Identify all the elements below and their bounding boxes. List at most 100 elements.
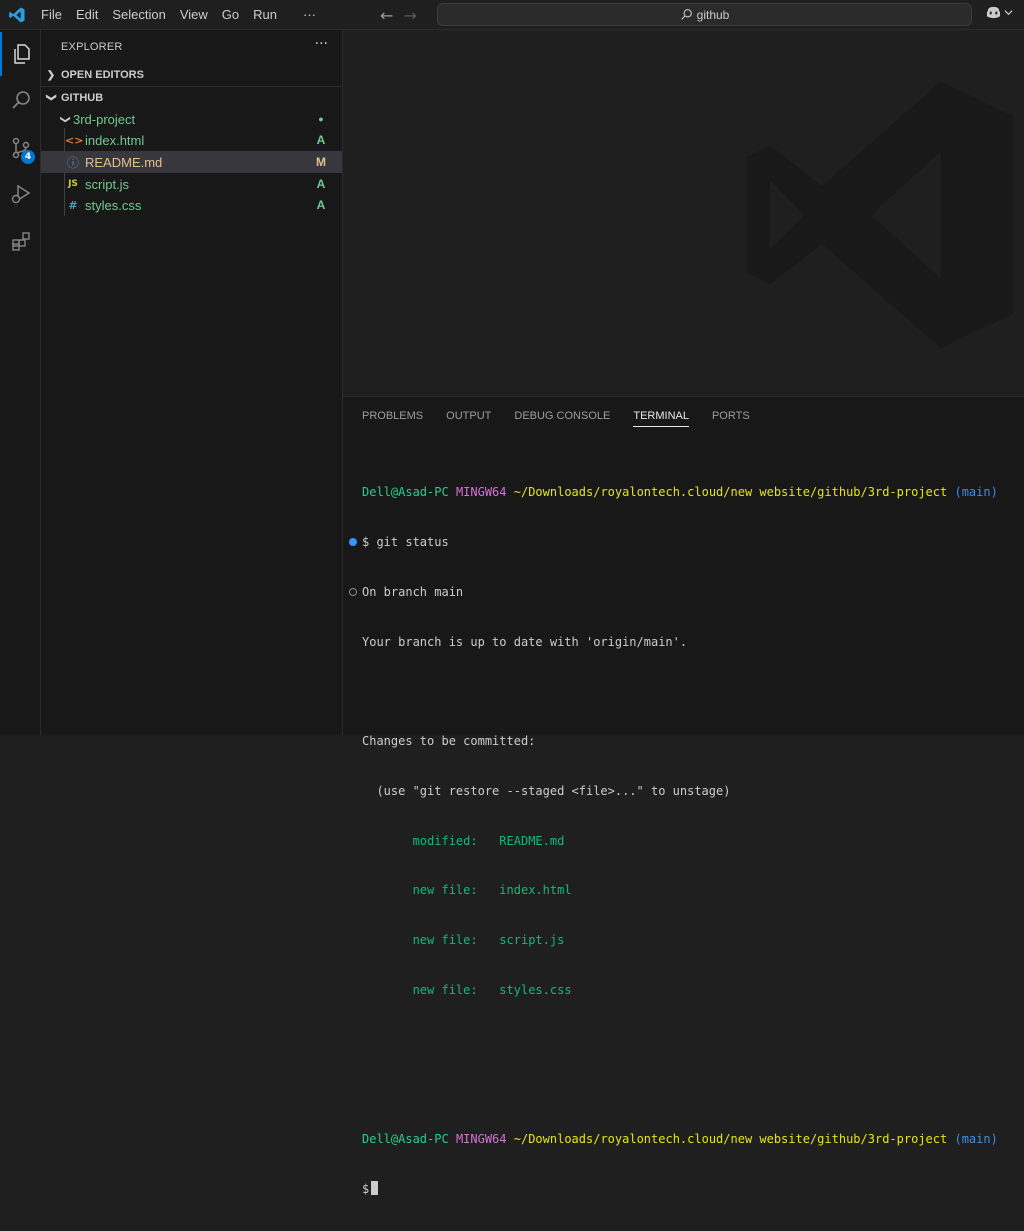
- tab-ports[interactable]: PORTS: [712, 397, 761, 435]
- run-debug-activity[interactable]: [0, 172, 41, 216]
- search-activity[interactable]: [0, 78, 41, 122]
- file-row-script-js[interactable]: JS script.js A: [41, 173, 342, 195]
- prompt-symbol: $: [362, 1182, 370, 1197]
- explorer-sidebar: EXPLORER ··· ❯ OPEN EDITORS ❯ GITHUB ❯ 3…: [41, 30, 343, 735]
- vscode-logo-icon: [0, 0, 34, 30]
- command-line: $ git status: [349, 534, 998, 551]
- search-icon: [11, 91, 30, 109]
- workspace-section[interactable]: ❯ GITHUB: [41, 86, 343, 108]
- file-row-styles-css[interactable]: # styles.css A: [41, 194, 342, 216]
- file-row-index-html[interactable]: <> index.html A: [41, 129, 342, 151]
- chevron-down-icon: [1004, 10, 1013, 16]
- prompt-branch: (main): [954, 485, 998, 500]
- output-line: (use "git restore --staged <file>..." to…: [362, 783, 998, 800]
- open-editors-section[interactable]: ❯ OPEN EDITORS: [41, 64, 343, 86]
- tab-terminal[interactable]: TERMINAL: [633, 397, 700, 435]
- tab-debug-console[interactable]: DEBUG CONSOLE: [514, 397, 621, 435]
- terminal-output[interactable]: Dell@Asad-PC MINGW64 ~/Downloads/royalon…: [349, 451, 998, 1231]
- open-editors-label: OPEN EDITORS: [61, 69, 144, 81]
- command-center-search[interactable]: github: [437, 3, 972, 26]
- terminal-cursor: [371, 1181, 379, 1196]
- chevron-down-icon: ❯: [59, 114, 71, 124]
- chevron-down-icon: ❯: [45, 93, 57, 102]
- change-line: new file: styles.css: [362, 982, 998, 999]
- change-kind: modified:: [412, 833, 478, 848]
- extensions-icon: [11, 232, 30, 251]
- change-file: README.md: [499, 833, 565, 848]
- menu-edit[interactable]: Edit: [69, 0, 105, 30]
- output-text: Your branch is up to date with 'origin/m…: [362, 634, 688, 649]
- menu-selection[interactable]: Selection: [105, 0, 172, 30]
- menu-view[interactable]: View: [173, 0, 215, 30]
- prompt-branch: (main): [954, 1132, 998, 1147]
- change-kind: new file:: [412, 883, 478, 898]
- copilot-button[interactable]: [985, 5, 1013, 20]
- file-name: script.js: [85, 176, 130, 192]
- prompt-shell: MINGW64: [455, 1132, 507, 1147]
- change-kind: new file:: [412, 983, 478, 997]
- prompt-line: Dell@Asad-PC MINGW64 ~/Downloads/royalon…: [362, 1131, 998, 1148]
- prompt-path: ~/Downloads/royalontech.cloud/new websit…: [513, 1132, 948, 1147]
- tab-problems[interactable]: PROBLEMS: [362, 397, 434, 435]
- arrow-right-icon[interactable]: →: [403, 6, 416, 25]
- css-file-icon: #: [68, 198, 78, 212]
- folder-status-dot: ●: [318, 114, 324, 124]
- output-line: Changes to be committed:: [362, 733, 998, 750]
- git-status: A: [316, 198, 326, 212]
- title-bar: File Edit Selection View Go Run ··· ← → …: [0, 0, 1024, 30]
- bottom-panel: PROBLEMS OUTPUT DEBUG CONSOLE TERMINAL P…: [343, 396, 1024, 1196]
- output-line: On branch main: [349, 584, 998, 601]
- editor-area[interactable]: [343, 30, 1024, 396]
- activity-bar: 4: [0, 30, 41, 735]
- workspace-label: GITHUB: [61, 91, 104, 104]
- change-file: script.js: [499, 933, 565, 948]
- command-success-icon[interactable]: [349, 537, 357, 546]
- extensions-activity[interactable]: [0, 220, 41, 264]
- html-file-icon: <>: [65, 133, 84, 147]
- tab-output[interactable]: OUTPUT: [446, 397, 502, 435]
- file-name: README.md: [85, 154, 163, 170]
- menu-run[interactable]: Run: [246, 0, 284, 30]
- output-line: Your branch is up to date with 'origin/m…: [362, 634, 998, 651]
- menu-go[interactable]: Go: [215, 0, 246, 30]
- file-row-readme-md[interactable]: ⓘ README.md M: [41, 151, 342, 173]
- git-status: A: [316, 133, 326, 147]
- more-actions-icon[interactable]: ···: [315, 36, 328, 52]
- menu-bar: File Edit Selection View Go Run ···: [34, 0, 323, 30]
- menu-file[interactable]: File: [34, 0, 69, 30]
- prompt-user: Dell@Asad-PC: [362, 1132, 449, 1147]
- arrow-left-icon[interactable]: ←: [380, 6, 393, 25]
- git-status: A: [316, 177, 326, 191]
- file-name: styles.css: [85, 197, 142, 213]
- file-name: index.html: [85, 132, 145, 148]
- change-line: new file: script.js: [362, 932, 998, 949]
- folder-name: 3rd-project: [73, 111, 136, 127]
- run-debug-icon: [11, 184, 30, 204]
- change-kind: new file:: [412, 933, 478, 948]
- prompt-shell: MINGW64: [455, 485, 507, 500]
- output-text: Changes to be committed:: [362, 734, 536, 749]
- output-text: On branch main: [362, 584, 464, 599]
- panel-tabs: PROBLEMS OUTPUT DEBUG CONSOLE TERMINAL P…: [343, 397, 773, 435]
- explorer-activity[interactable]: [0, 32, 41, 76]
- files-icon: [13, 44, 30, 64]
- folder-row[interactable]: ❯ 3rd-project ●: [41, 108, 342, 130]
- change-line: modified: README.md: [362, 833, 998, 850]
- navigation-arrows: ← →: [380, 0, 417, 30]
- git-status: M: [316, 155, 326, 169]
- command-marker-icon[interactable]: [349, 587, 357, 596]
- info-file-icon: ⓘ: [66, 155, 79, 170]
- source-control-activity[interactable]: 4: [0, 126, 41, 170]
- search-text: github: [696, 7, 730, 22]
- prompt-line: Dell@Asad-PC MINGW64 ~/Downloads/royalon…: [362, 484, 998, 501]
- input-line[interactable]: $: [362, 1181, 998, 1198]
- change-line: new file: index.html: [362, 882, 998, 899]
- copilot-icon: [986, 6, 1001, 19]
- sidebar-title: EXPLORER: [61, 41, 123, 53]
- scm-count-badge: 4: [21, 150, 35, 164]
- menu-more[interactable]: ···: [296, 0, 323, 30]
- prompt-path: ~/Downloads/royalontech.cloud/new websit…: [513, 485, 948, 500]
- vscode-watermark-icon: [746, 81, 1014, 349]
